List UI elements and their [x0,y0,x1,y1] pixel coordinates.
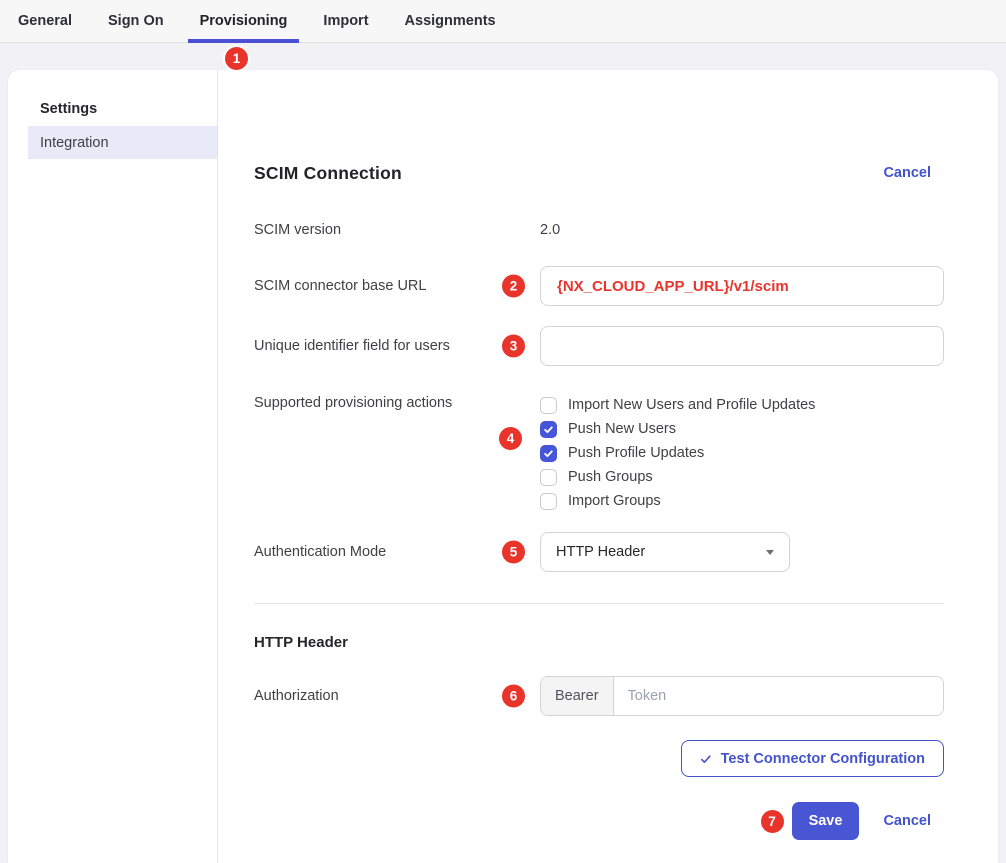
check-icon [543,424,554,435]
checkbox-label: Push New Users [568,421,676,437]
app-tab-bar: General Sign On Provisioning Import Assi… [0,0,1006,43]
authorization-input-group: Bearer [540,676,944,716]
checkbox-label: Import New Users and Profile Updates [568,397,815,413]
step-badge-1: 1 [223,45,250,72]
section-divider [254,603,944,604]
checkbox-label: Push Profile Updates [568,445,704,461]
bearer-prefix: Bearer [541,677,614,715]
cancel-link-bottom[interactable]: Cancel [883,813,931,829]
scim-version-label: SCIM version [254,222,540,238]
sidebar-item-integration[interactable]: Integration [28,126,217,159]
panel-title: SCIM Connection [254,163,402,184]
provisioning-actions-label: Supported provisioning actions [254,393,540,411]
panel-header: SCIM Connection Cancel [254,162,944,184]
step-badge-5: 5 [500,539,527,566]
checkbox-import-new-users[interactable]: Import New Users and Profile Updates [540,393,815,417]
unique-identifier-row: Unique identifier field for users 3 [254,326,944,366]
checkbox-push-new-users[interactable]: Push New Users [540,417,815,441]
step-badge-2: 2 [500,273,527,300]
base-url-label: SCIM connector base URL [254,278,540,294]
checkbox-icon [540,397,557,414]
tab-sign-on[interactable]: Sign On [90,0,182,42]
checkbox-icon [540,421,557,438]
caret-down-icon [766,550,774,555]
tab-assignments[interactable]: Assignments [387,0,514,42]
scim-version-row: SCIM version 2.0 [254,222,944,238]
test-connector-button-label: Test Connector Configuration [721,751,925,767]
checkbox-icon [540,493,557,510]
scim-connection-panel: SCIM Connection Cancel SCIM version 2.0 … [218,70,998,863]
save-button[interactable]: Save [792,802,860,840]
step-badge-7: 7 [759,808,786,835]
provisioning-actions-list: 4 Import New Users and Profile Updates P… [540,393,815,513]
sidebar-heading: Settings [40,101,217,117]
check-icon [543,448,554,459]
tab-provisioning[interactable]: Provisioning [182,0,306,42]
scim-version-value: 2.0 [540,222,560,238]
checkbox-label: Push Groups [568,469,653,485]
authorization-label: Authorization [254,688,540,704]
checkbox-icon [540,469,557,486]
checkbox-push-profile-updates[interactable]: Push Profile Updates [540,441,815,465]
authorization-row: Authorization 6 Bearer [254,676,944,716]
step-badge-4: 4 [497,425,524,452]
unique-identifier-label: Unique identifier field for users [254,338,540,354]
authentication-mode-row: Authentication Mode 5 HTTP Header [254,532,944,572]
provisioning-card: Settings Integration SCIM Connection Can… [8,70,998,863]
tab-general[interactable]: General [0,0,90,42]
authentication-mode-select[interactable]: HTTP Header [540,532,790,572]
cancel-link-top[interactable]: Cancel [883,165,931,181]
token-input[interactable] [614,677,943,715]
checkbox-push-groups[interactable]: Push Groups [540,465,815,489]
check-icon [700,753,712,765]
checkbox-import-groups[interactable]: Import Groups [540,489,815,513]
sidebar: Settings Integration [8,70,218,863]
unique-identifier-input[interactable] [540,326,944,366]
step-badge-6: 6 [500,683,527,710]
tab-import[interactable]: Import [305,0,386,42]
test-connector-button[interactable]: Test Connector Configuration [681,740,944,777]
checkbox-icon [540,445,557,462]
base-url-row: SCIM connector base URL 2 [254,266,944,306]
scim-base-url-input[interactable] [540,266,944,306]
authentication-mode-label: Authentication Mode [254,544,540,560]
provisioning-actions-row: Supported provisioning actions 4 Import … [254,393,944,513]
test-connector-row: Test Connector Configuration [254,740,944,777]
footer-actions-row: 7 Save Cancel [254,802,944,840]
checkbox-label: Import Groups [568,493,661,509]
http-header-section-heading: HTTP Header [254,634,944,651]
authentication-mode-value: HTTP Header [556,544,645,560]
step-badge-3: 3 [500,333,527,360]
